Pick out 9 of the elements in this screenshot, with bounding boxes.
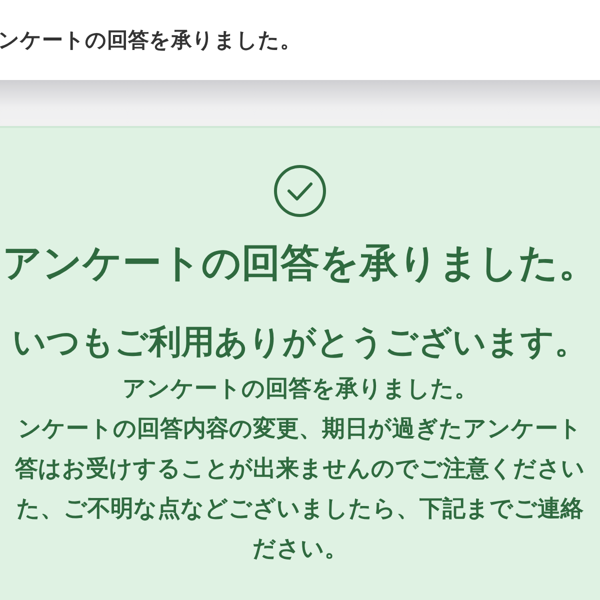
notice-line: アンケートの回答を承りました。 <box>122 375 478 404</box>
page-title: ンケートの回答を承りました。 <box>0 27 301 54</box>
notice-line: ンケートの回答内容の変更、期日が過ぎたアンケート <box>18 415 582 444</box>
success-heading: アンケートの回答を承りました。 <box>2 240 598 288</box>
thanks-message: いつもご利用ありがとうございます。 <box>12 321 588 363</box>
check-circle-icon <box>273 164 327 218</box>
notice-line: ださい。 <box>252 535 348 564</box>
notice-line: 答はお受けすることが出来ませんのでご注意ください <box>15 455 585 484</box>
notice-line: た、ご不明な点などございましたら、下記までご連絡 <box>16 495 584 524</box>
